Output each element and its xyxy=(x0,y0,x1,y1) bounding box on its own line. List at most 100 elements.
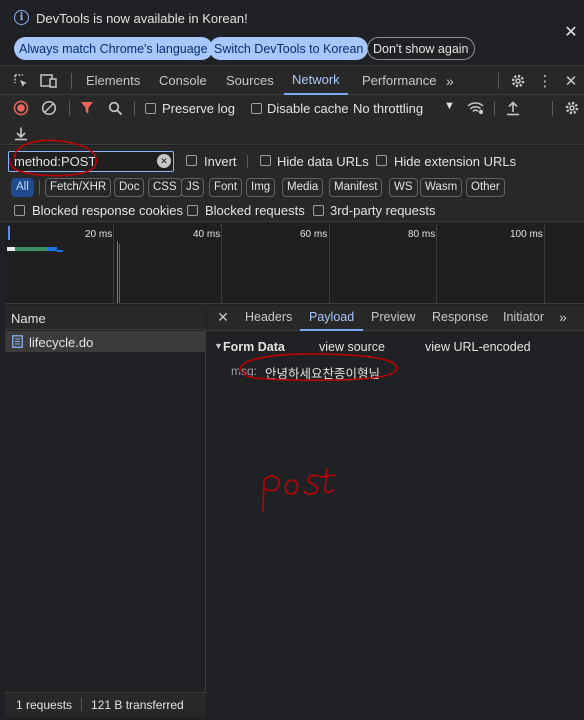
tab-payload[interactable]: Payload xyxy=(300,305,364,331)
transferred-size: 121 B transferred xyxy=(91,698,184,712)
third-party-requests-label: 3rd-party requests xyxy=(330,203,436,218)
view-source-link[interactable]: view source xyxy=(319,340,385,354)
network-conditions-icon[interactable] xyxy=(467,100,485,116)
blocked-requests-label: Blocked requests xyxy=(205,203,305,218)
toolbar-divider xyxy=(494,101,495,116)
device-toolbar-icon[interactable] xyxy=(40,72,58,90)
tab-initiator[interactable]: Initiator xyxy=(503,305,544,331)
blocked-requests-checkbox[interactable] xyxy=(187,205,198,216)
throttling-select[interactable]: No throttling xyxy=(353,101,423,116)
tab-console[interactable]: Console xyxy=(159,66,207,95)
type-filter-fetch-xhr[interactable]: Fetch/XHR xyxy=(45,178,112,197)
form-data-title[interactable]: Form Data xyxy=(223,340,285,354)
type-filter-css[interactable]: CSS xyxy=(148,178,182,197)
toolbar-divider xyxy=(498,73,499,89)
clear-icon[interactable] xyxy=(41,100,57,116)
toolbar-divider xyxy=(134,101,135,116)
type-filter-media[interactable]: Media xyxy=(282,178,324,197)
tab-elements[interactable]: Elements xyxy=(86,66,140,95)
search-icon[interactable] xyxy=(107,100,123,116)
dom-content-loaded-line xyxy=(117,241,118,303)
chevron-down-icon[interactable]: ▼ xyxy=(444,100,455,112)
timeline-tick: 60 ms xyxy=(300,229,328,240)
dont-show-again-button[interactable]: Don't show again xyxy=(367,37,475,60)
toolbar-divider xyxy=(39,180,40,195)
document-icon xyxy=(12,335,23,348)
request-count: 1 requests xyxy=(16,698,73,712)
blocked-response-cookies-label: Blocked response cookies xyxy=(32,203,184,218)
switch-to-korean-button[interactable]: Switch DevTools to Korean xyxy=(209,37,369,60)
tab-response[interactable]: Response xyxy=(432,305,488,331)
more-options-icon[interactable]: ⋮ xyxy=(538,72,553,90)
tab-sources[interactable]: Sources xyxy=(226,66,274,95)
clear-filter-icon[interactable]: ✕ xyxy=(157,154,171,168)
load-event-line xyxy=(119,244,120,303)
more-tabs-icon[interactable]: » xyxy=(446,66,454,95)
type-filter-ws[interactable]: WS xyxy=(389,178,418,197)
close-devtools-icon[interactable]: ✕ xyxy=(563,72,579,90)
expand-triangle-icon[interactable]: ▼ xyxy=(214,341,223,351)
view-url-encoded-link[interactable]: view URL-encoded xyxy=(425,340,531,354)
tab-headers[interactable]: Headers xyxy=(245,305,292,331)
type-filter-other[interactable]: Other xyxy=(466,178,505,197)
timeline-gridline xyxy=(329,223,330,304)
settings-gear-icon[interactable] xyxy=(509,72,527,90)
info-icon: i xyxy=(14,10,29,25)
record-icon[interactable] xyxy=(13,100,29,116)
blocked-response-cookies-checkbox[interactable] xyxy=(14,205,25,216)
tab-network[interactable]: Network xyxy=(284,66,348,95)
type-filter-wasm[interactable]: Wasm xyxy=(420,178,463,197)
invert-checkbox[interactable] xyxy=(186,155,197,166)
import-har-icon[interactable] xyxy=(505,100,521,116)
filter-input[interactable]: method:POST xyxy=(8,151,174,172)
more-detail-tabs-icon[interactable]: » xyxy=(559,305,567,331)
always-match-language-button[interactable]: Always match Chrome's language xyxy=(14,37,213,60)
toolbar-divider xyxy=(247,155,248,168)
timeline-tick: 40 ms xyxy=(193,229,221,240)
timeline-tick: 80 ms xyxy=(408,229,436,240)
export-har-icon[interactable] xyxy=(14,125,28,141)
disable-cache-label: Disable cache xyxy=(267,101,349,116)
type-filter-all[interactable]: All xyxy=(11,178,34,197)
third-party-requests-checkbox[interactable] xyxy=(313,205,324,216)
hide-data-urls-label: Hide data URLs xyxy=(277,154,369,169)
disable-cache-checkbox[interactable] xyxy=(251,103,262,114)
name-column-header[interactable]: Name xyxy=(11,311,46,326)
inspect-element-icon[interactable] xyxy=(12,72,30,90)
timeline-gridline xyxy=(221,223,222,304)
close-detail-icon[interactable]: ✕ xyxy=(216,309,230,325)
toolbar-divider xyxy=(69,101,70,116)
timeline-gridline xyxy=(113,223,114,304)
request-name[interactable]: lifecycle.do xyxy=(29,335,93,350)
type-filter-font[interactable]: Font xyxy=(209,178,243,197)
request-detail-panel xyxy=(207,305,584,716)
timeline-marker xyxy=(8,226,10,240)
timeline-gridline xyxy=(436,223,437,304)
type-filter-js[interactable]: JS xyxy=(181,178,205,197)
type-filter-img[interactable]: Img xyxy=(246,178,276,197)
filter-icon[interactable] xyxy=(80,100,94,116)
timeline-tick: 20 ms xyxy=(85,229,113,240)
toolbar-divider xyxy=(71,73,72,89)
timeline-gridline xyxy=(544,223,545,304)
type-filter-manifest[interactable]: Manifest xyxy=(329,178,383,197)
timeline-request-bar xyxy=(57,250,63,252)
payload-value[interactable]: 안녕하세요찬종이형님 xyxy=(265,363,380,382)
status-divider xyxy=(81,698,82,711)
invert-label: Invert xyxy=(204,154,237,169)
network-settings-icon[interactable] xyxy=(563,100,581,116)
type-filter-doc[interactable]: Doc xyxy=(114,178,145,197)
toolbar-divider xyxy=(552,101,553,116)
infobar-message: DevTools is now available in Korean! xyxy=(36,11,248,26)
hide-extension-urls-checkbox[interactable] xyxy=(376,155,387,166)
tab-performance[interactable]: Performance xyxy=(362,66,436,95)
preserve-log-checkbox[interactable] xyxy=(145,103,156,114)
tab-preview[interactable]: Preview xyxy=(371,305,415,331)
preserve-log-label: Preserve log xyxy=(162,101,235,116)
hide-data-urls-checkbox[interactable] xyxy=(260,155,271,166)
close-icon[interactable]: ✕ xyxy=(563,24,579,41)
payload-key: msg: xyxy=(231,364,258,378)
timeline-tick: 100 ms xyxy=(510,229,543,240)
hide-extension-urls-label: Hide extension URLs xyxy=(394,154,517,169)
timeline-request-bar xyxy=(7,247,57,251)
